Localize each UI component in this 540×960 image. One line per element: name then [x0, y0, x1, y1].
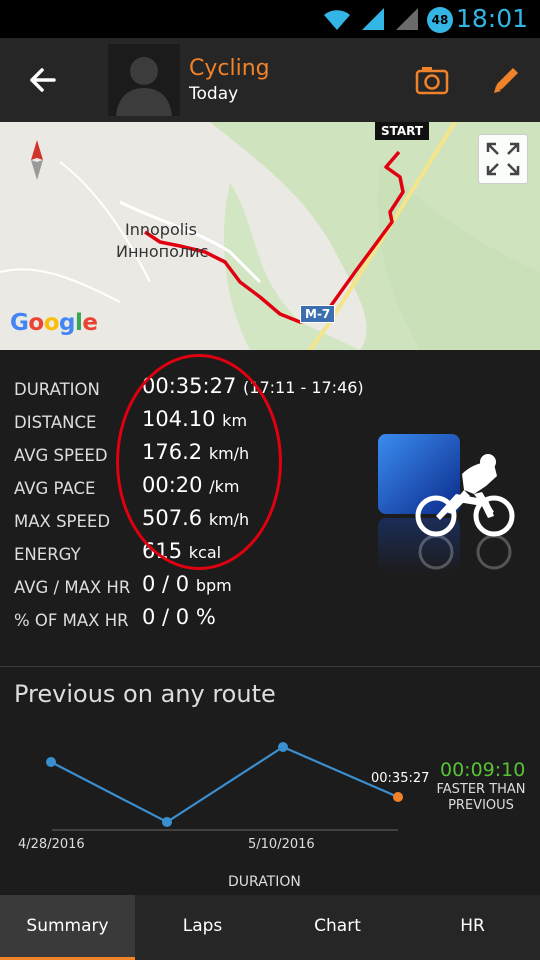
stat-value: 0 / 0 bpm [142, 572, 232, 596]
signal-icon [362, 8, 384, 30]
chart-axis-title: DURATION [228, 874, 301, 890]
date-label: 5/10/2016 [248, 837, 315, 852]
tab-chart[interactable]: Chart [270, 895, 405, 960]
highlight-oval [116, 354, 282, 570]
activity-title: Cycling [189, 56, 270, 81]
status-bar: 48 18:01 [0, 0, 540, 38]
fullscreen-button[interactable] [478, 134, 528, 184]
stat-value: 0 / 0 % [142, 605, 216, 629]
stat-hr: AVG / MAX HR 0 / 0 bpm [14, 572, 434, 602]
current-duration-label: 00:35:27 [371, 771, 430, 786]
bottom-tab-bar: Summary Laps Chart HR [0, 895, 540, 960]
cycling-sport-icon [378, 434, 515, 573]
battery-icon: 48 [427, 7, 453, 33]
data-point[interactable] [278, 742, 288, 752]
tab-laps[interactable]: Laps [135, 895, 270, 960]
data-point[interactable] [46, 757, 56, 767]
camera-icon[interactable] [412, 60, 452, 100]
current-data-point[interactable] [393, 792, 403, 802]
faster-text: FASTER THAN PREVIOUS [436, 782, 526, 813]
status-time: 18:01 [455, 4, 528, 33]
edit-pencil-icon[interactable] [486, 60, 526, 100]
avatar[interactable] [108, 44, 180, 116]
stat-label: DURATION [14, 380, 100, 399]
section-divider [0, 666, 540, 667]
tab-hr[interactable]: HR [405, 895, 540, 960]
stat-label: % OF MAX HR [14, 611, 129, 630]
stat-label: MAX SPEED [14, 512, 111, 531]
duration-line [50, 745, 399, 824]
map-city-label-latin: Innopolis [125, 220, 197, 239]
road-sign-m7: M-7 [300, 305, 336, 323]
map-city-label-cyrillic: Иннополис [116, 242, 209, 261]
wifi-icon [324, 10, 350, 30]
faster-value: 00:09:10 [440, 759, 526, 781]
activity-date: Today [189, 84, 239, 104]
route-map[interactable]: START M-7 Innopolis Иннополис Google [0, 122, 540, 350]
google-logo: Google [10, 310, 98, 336]
stats-panel: DURATION 00:35:27 (17:11 - 17:46) DISTAN… [0, 350, 540, 666]
previous-section-title: Previous on any route [14, 680, 276, 708]
compass-icon [31, 140, 43, 180]
tab-summary[interactable]: Summary [0, 895, 135, 960]
expand-icon [486, 142, 520, 176]
stat-pct-max-hr: % OF MAX HR 0 / 0 % [14, 605, 434, 635]
signal-icon-secondary [396, 8, 418, 30]
stat-label: AVG SPEED [14, 446, 108, 465]
stat-label: DISTANCE [14, 413, 97, 432]
app-bar: Cycling Today [0, 38, 540, 122]
data-point[interactable] [162, 817, 172, 827]
route-start-marker: START [375, 122, 430, 140]
stat-label: AVG PACE [14, 479, 96, 498]
stat-label: AVG / MAX HR [14, 578, 131, 597]
user-silhouette-icon [108, 44, 180, 116]
back-arrow-icon[interactable] [22, 60, 62, 100]
date-label: 4/28/2016 [18, 837, 85, 852]
stat-label: ENERGY [14, 545, 81, 564]
